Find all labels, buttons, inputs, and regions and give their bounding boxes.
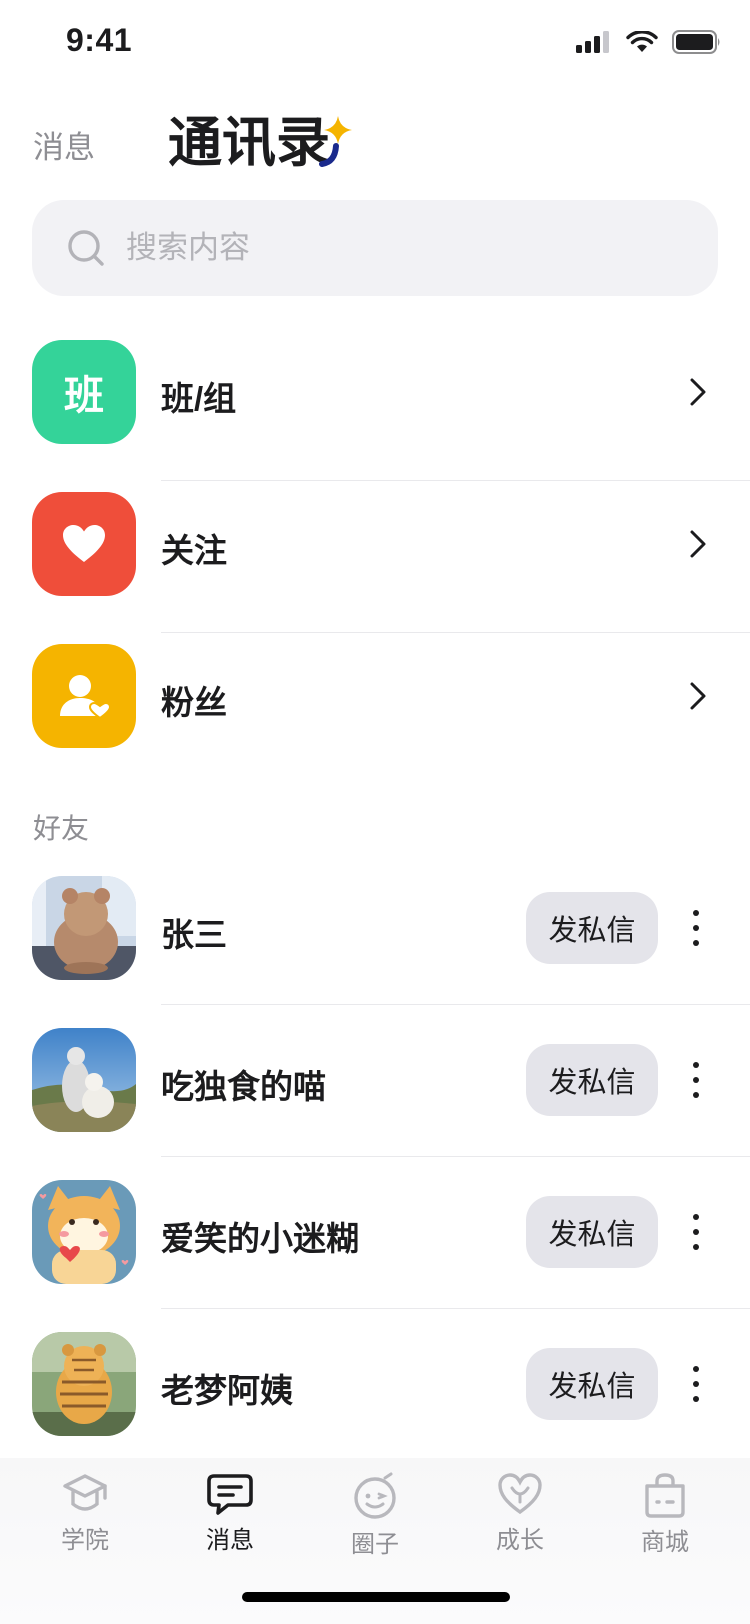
battery-icon (672, 30, 720, 54)
fans-glyph (60, 675, 110, 720)
status-bar: 9:41 (0, 0, 750, 88)
tab-label: 学院 (61, 1527, 109, 1554)
chevron-right-icon (690, 530, 706, 558)
status-time: 9:41 (66, 22, 133, 58)
friend-row[interactable]: 吃独食的喵 发私信 (0, 1028, 750, 1180)
friend-name: 爱笑的小迷糊 (161, 1220, 359, 1257)
friend-row[interactable]: 爱笑的小迷糊 发私信 (0, 1180, 750, 1332)
more-icon[interactable] (684, 904, 708, 952)
send-message-button[interactable]: 发私信 (526, 1348, 658, 1420)
nav-label: 关注 (161, 532, 227, 569)
search-input[interactable] (126, 230, 686, 266)
class-icon-glyph: 班 (64, 374, 104, 418)
more-icon[interactable] (684, 1208, 708, 1256)
tab-label: 消息 (206, 1527, 254, 1554)
search-icon (68, 230, 104, 266)
message-icon (207, 1474, 253, 1515)
send-message-button[interactable]: 发私信 (526, 892, 658, 964)
bear-avatar[interactable] (32, 876, 136, 980)
circle-icon (354, 1472, 396, 1519)
growth-icon (498, 1473, 542, 1515)
signal-icon (576, 31, 609, 53)
nav-label: 粉丝 (161, 684, 227, 721)
fans-icon (32, 644, 136, 748)
tab-label: 圈子 (351, 1531, 399, 1558)
nav-row-follow[interactable]: 关注 (0, 492, 750, 644)
friend-name: 张三 (161, 916, 227, 953)
chevron-right-icon (690, 682, 706, 710)
divider (161, 1308, 750, 1309)
section-title-friends: 好友 (33, 813, 90, 844)
heart-glyph (63, 525, 105, 562)
divider (161, 480, 750, 481)
tab-label: 成长 (496, 1527, 544, 1554)
status-icons (576, 30, 722, 54)
more-icon[interactable] (684, 1360, 708, 1408)
search-bar[interactable] (32, 200, 718, 296)
friend-row[interactable]: 张三 发私信 (0, 876, 750, 1028)
divider (161, 1004, 750, 1005)
friend-name: 吃独食的喵 (161, 1068, 326, 1105)
send-message-button[interactable]: 发私信 (526, 1196, 658, 1268)
sparkle-icon (319, 116, 352, 167)
tiger-avatar[interactable] (32, 1332, 136, 1436)
class-icon: 班 (32, 340, 136, 444)
send-message-button[interactable]: 发私信 (526, 1044, 658, 1116)
divider (161, 1156, 750, 1157)
tab-contacts[interactable]: 通讯录 (168, 98, 330, 177)
tabbar-item-shop[interactable]: 商城 (615, 1472, 715, 1557)
heart-icon (32, 492, 136, 596)
home-indicator (242, 1592, 510, 1602)
academy-icon (63, 1474, 107, 1511)
tab-label: 商城 (641, 1529, 689, 1556)
chevron-right-icon (690, 378, 706, 406)
nav-row-class[interactable]: 班 班/组 (0, 340, 750, 492)
tabbar-item-messages[interactable]: 消息 (180, 1472, 280, 1555)
tabbar-item-circle[interactable]: 圈子 (325, 1472, 425, 1559)
shiba-avatar[interactable] (32, 1180, 136, 1284)
tabbar-item-academy[interactable]: 学院 (35, 1472, 135, 1555)
header-tabs: 消息 通讯录 (0, 96, 750, 176)
nav-row-fans[interactable]: 粉丝 (0, 644, 750, 796)
friend-name: 老梦阿姨 (161, 1372, 293, 1409)
landscape-avatar[interactable] (32, 1028, 136, 1132)
tab-messages[interactable]: 消息 (33, 122, 95, 167)
more-icon[interactable] (684, 1056, 708, 1104)
tabbar-item-growth[interactable]: 成长 (470, 1472, 570, 1555)
divider (161, 632, 750, 633)
shop-icon (645, 1473, 685, 1518)
wifi-icon (626, 31, 658, 52)
nav-label: 班/组 (161, 380, 237, 417)
